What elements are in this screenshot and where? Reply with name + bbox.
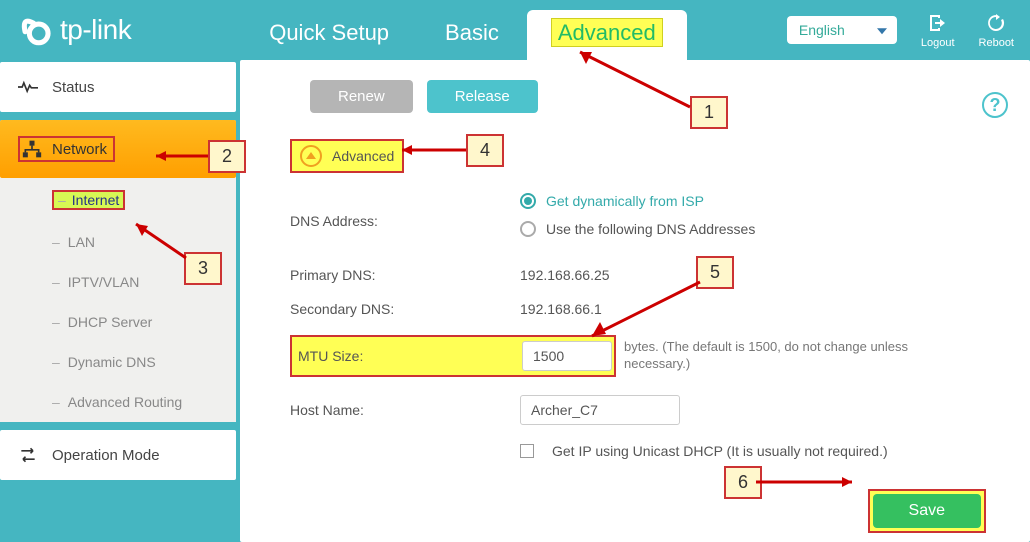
sidebar-item-iptv[interactable]: –IPTV/VLAN: [0, 262, 236, 302]
reboot-icon: [984, 11, 1008, 35]
renew-button[interactable]: Renew: [310, 80, 413, 113]
operation-mode-icon: [18, 446, 38, 464]
secondary-dns-label: Secondary DNS:: [290, 301, 520, 317]
unicast-dhcp-checkbox[interactable]: Get IP using Unicast DHCP (It is usually…: [520, 443, 888, 459]
mtu-highlight: MTU Size:: [290, 335, 616, 377]
dns-dynamic-radio[interactable]: Get dynamically from ISP: [520, 193, 755, 209]
language-value: English: [799, 22, 845, 38]
sidebar-item-dhcp[interactable]: –DHCP Server: [0, 302, 236, 342]
network-icon: [22, 140, 42, 158]
sidebar: Status Network –Internet –LAN –IPTV/VLAN…: [0, 60, 236, 542]
host-name-input[interactable]: [520, 395, 680, 425]
sidebar-item-routing[interactable]: –Advanced Routing: [0, 382, 236, 422]
header: tp-link Quick Setup Basic Advanced Engli…: [0, 0, 1030, 60]
reboot-button[interactable]: Reboot: [979, 11, 1014, 49]
sidebar-item-network[interactable]: Network: [0, 120, 236, 178]
logout-button[interactable]: Logout: [921, 11, 955, 49]
release-button[interactable]: Release: [427, 80, 538, 113]
language-select[interactable]: English: [787, 16, 897, 44]
mtu-note: bytes. (The default is 1500, do not chan…: [624, 339, 944, 373]
host-name-label: Host Name:: [290, 402, 520, 418]
brand-text: tp-link: [60, 14, 131, 46]
tab-basic[interactable]: Basic: [417, 6, 527, 60]
mtu-input[interactable]: [522, 341, 612, 371]
secondary-dns-value: 192.168.66.1: [520, 301, 602, 317]
primary-dns-label: Primary DNS:: [290, 267, 520, 283]
brand-logo-icon: [20, 13, 54, 47]
top-tabs: Quick Setup Basic Advanced: [241, 0, 687, 60]
checkbox-unchecked-icon: [520, 444, 534, 458]
save-button[interactable]: Save: [873, 494, 981, 528]
sidebar-item-internet[interactable]: –Internet: [0, 178, 236, 222]
sidebar-item-ddns[interactable]: –Dynamic DNS: [0, 342, 236, 382]
radio-unchecked-icon: [520, 221, 536, 237]
dns-address-label: DNS Address:: [290, 213, 520, 229]
sidebar-item-operation-mode[interactable]: Operation Mode: [0, 430, 236, 480]
brand-logo: tp-link: [20, 13, 131, 47]
chevron-up-icon: [300, 145, 322, 167]
tab-advanced[interactable]: Advanced: [527, 10, 687, 60]
primary-dns-value: 192.168.66.25: [520, 267, 610, 283]
logout-icon: [926, 11, 950, 35]
tab-quick-setup[interactable]: Quick Setup: [241, 6, 417, 60]
content-panel: ? Renew Release Advanced DNS Address: Ge…: [240, 60, 1030, 542]
sidebar-item-lan[interactable]: –LAN: [0, 222, 236, 262]
radio-checked-icon: [520, 193, 536, 209]
mtu-label: MTU Size:: [294, 348, 522, 364]
save-highlight: Save: [868, 489, 986, 533]
help-icon[interactable]: ?: [982, 92, 1008, 118]
advanced-section-toggle[interactable]: Advanced: [290, 139, 404, 173]
sidebar-item-status[interactable]: Status: [0, 62, 236, 112]
status-icon: [18, 78, 38, 96]
dns-static-radio[interactable]: Use the following DNS Addresses: [520, 221, 755, 237]
